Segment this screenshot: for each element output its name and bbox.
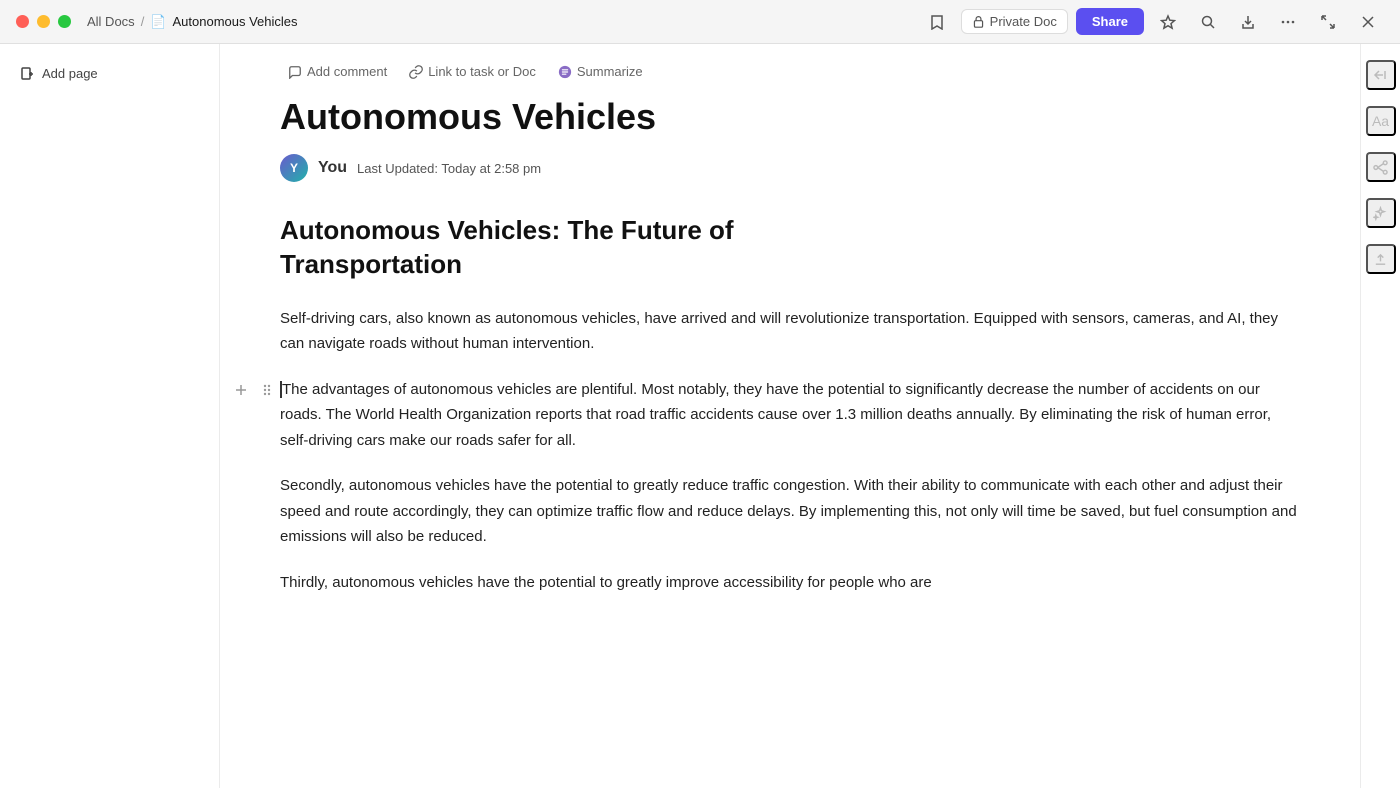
all-docs-link[interactable]: All Docs: [87, 14, 135, 29]
summarize-label: Summarize: [577, 64, 643, 79]
minimize-button[interactable]: [37, 15, 50, 28]
paragraph-2-block: The advantages of autonomous vehicles ar…: [280, 377, 1300, 454]
doc-meta: Y You Last Updated: Today at 2:58 pm: [280, 154, 1300, 182]
close-window-button[interactable]: [1352, 6, 1384, 38]
comment-icon: [288, 65, 302, 79]
upload-icon: [1373, 252, 1388, 267]
doc-title: Autonomous Vehicles: [280, 95, 1300, 138]
export-button[interactable]: [1232, 6, 1264, 38]
magic-icon: [1373, 206, 1388, 221]
star-button[interactable]: [1152, 6, 1184, 38]
private-doc-badge[interactable]: Private Doc: [961, 9, 1068, 34]
add-page-label: Add page: [42, 66, 98, 81]
section-title-block: Autonomous Vehicles: The Future of Trans…: [280, 214, 1300, 282]
add-comment-button[interactable]: Add comment: [280, 60, 395, 83]
search-button[interactable]: [1192, 6, 1224, 38]
link-icon: [409, 65, 423, 79]
add-block-button[interactable]: [230, 379, 252, 401]
collapse-sidebar-button[interactable]: [1366, 60, 1396, 90]
traffic-lights: [16, 15, 71, 28]
share-button[interactable]: Share: [1076, 8, 1144, 35]
link-task-label: Link to task or Doc: [428, 64, 536, 79]
collapse-icon: [1373, 67, 1389, 83]
paragraph-3-block: Secondly, autonomous vehicles have the p…: [280, 473, 1300, 550]
app-body: Add page Add comment Link to task or Doc: [0, 44, 1400, 788]
add-page-icon: [20, 67, 34, 81]
add-comment-label: Add comment: [307, 64, 387, 79]
link-task-button[interactable]: Link to task or Doc: [401, 60, 544, 83]
share-icon: [1373, 160, 1388, 175]
section-title: Autonomous Vehicles: The Future of Trans…: [280, 214, 1300, 282]
author-name: You: [318, 159, 347, 177]
titlebar-actions: Private Doc Share: [921, 6, 1384, 38]
last-updated: Last Updated: Today at 2:58 pm: [357, 161, 541, 176]
summarize-button[interactable]: Summarize: [550, 60, 651, 83]
font-settings-button[interactable]: Aa: [1366, 106, 1396, 136]
add-page-item[interactable]: Add page: [12, 60, 207, 87]
doc-icon: 📄: [150, 14, 166, 30]
magic-button[interactable]: [1366, 198, 1396, 228]
more-options-button[interactable]: [1272, 6, 1304, 38]
paragraph-3-text: Secondly, autonomous vehicles have the p…: [280, 477, 1297, 545]
drag-icon: [262, 383, 272, 397]
avatar: Y: [280, 154, 308, 182]
plus-icon: [234, 383, 248, 397]
paragraph-1-block: Self-driving cars, also known as autonom…: [280, 306, 1300, 357]
current-doc-label: Autonomous Vehicles: [173, 14, 298, 29]
upload-button[interactable]: [1366, 244, 1396, 274]
block-controls: [230, 379, 278, 401]
breadcrumb-separator: /: [141, 14, 145, 29]
drag-block-button[interactable]: [256, 379, 278, 401]
titlebar: All Docs / 📄 Autonomous Vehicles Private…: [0, 0, 1400, 44]
share-sidebar-button[interactable]: [1366, 152, 1396, 182]
content-area: Add comment Link to task or Doc Summariz…: [220, 44, 1360, 788]
right-sidebar: Aa: [1360, 44, 1400, 788]
maximize-button[interactable]: [58, 15, 71, 28]
font-icon: Aa: [1372, 113, 1389, 129]
section-title-line1: Autonomous Vehicles: The Future of: [280, 215, 734, 245]
breadcrumb: All Docs / 📄 Autonomous Vehicles: [87, 14, 298, 30]
paragraph-4-text: Thirdly, autonomous vehicles have the po…: [280, 574, 932, 591]
close-button[interactable]: [16, 15, 29, 28]
left-sidebar: Add page: [0, 44, 220, 788]
private-doc-label: Private Doc: [990, 14, 1057, 29]
doc-toolbar: Add comment Link to task or Doc Summariz…: [280, 44, 1300, 95]
expand-button[interactable]: [1312, 6, 1344, 38]
bookmark-button[interactable]: [921, 6, 953, 38]
paragraph-1-text: Self-driving cars, also known as autonom…: [280, 310, 1278, 353]
summarize-icon: [558, 65, 572, 79]
section-title-line2: Transportation: [280, 249, 462, 279]
paragraph-2-text: The advantages of autonomous vehicles ar…: [280, 381, 1271, 449]
paragraph-4-block: Thirdly, autonomous vehicles have the po…: [280, 570, 1300, 596]
